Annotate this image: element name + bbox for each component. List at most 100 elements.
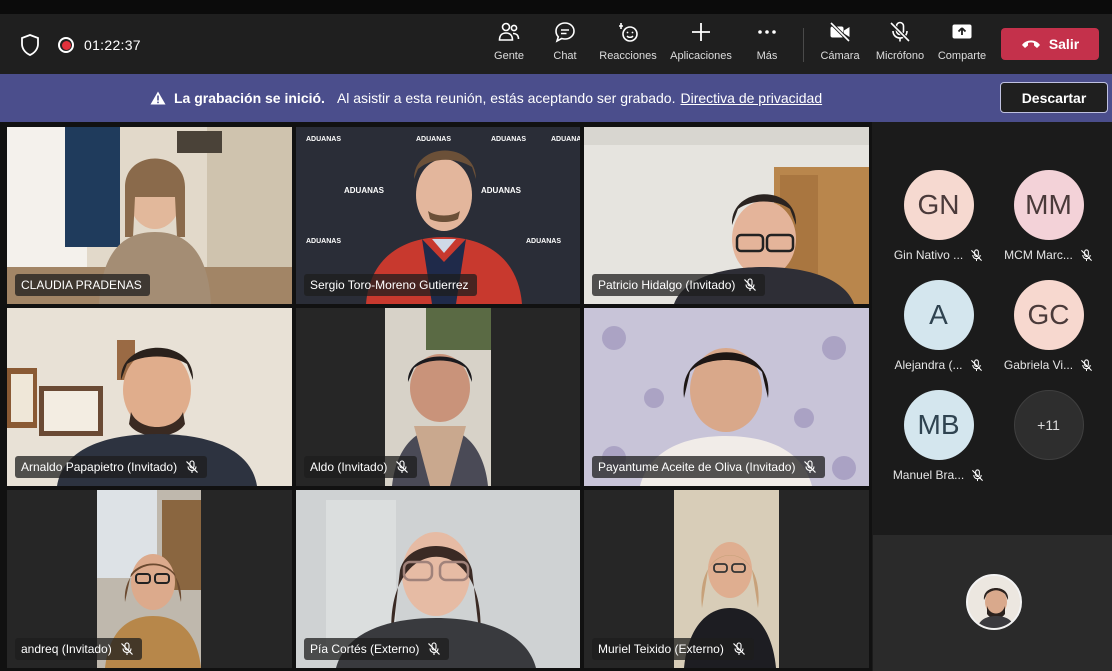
video-tile[interactable]: Patricio Hidalgo (Invitado) bbox=[584, 127, 869, 304]
share-button[interactable]: Comparte bbox=[926, 20, 998, 62]
participant-name-tag: Sergio Toro-Moreno Gutierrez bbox=[304, 274, 477, 296]
participant-avatar-card[interactable]: A Alejandra (... bbox=[886, 280, 991, 372]
dismiss-banner-button[interactable]: Descartar bbox=[1000, 82, 1108, 113]
window-top-strip bbox=[0, 0, 1112, 14]
participant-name: Patricio Hidalgo (Invitado) bbox=[598, 278, 736, 292]
mic-off-icon bbox=[889, 21, 911, 43]
more-participants-button[interactable]: +11 bbox=[996, 390, 1101, 460]
mic-off-icon bbox=[428, 642, 441, 655]
more-label: Más bbox=[756, 50, 778, 62]
recording-banner-text: Al asistir a esta reunión, estás aceptan… bbox=[336, 90, 676, 106]
self-view-tile[interactable] bbox=[873, 535, 1112, 671]
video-tile[interactable]: Arnaldo Papapietro (Invitado) bbox=[7, 308, 292, 486]
participant-name: Payantume Aceite de Oliva (Invitado) bbox=[598, 460, 796, 474]
video-tile[interactable]: ADUANAS ADUANAS ADUANAS ADUANAS ADUANAS … bbox=[296, 127, 580, 304]
share-icon bbox=[952, 24, 972, 39]
video-grid: CLAUDIA PRADENAS ADUANAS ADUANAS ADUANAS… bbox=[0, 122, 872, 671]
mic-off-icon bbox=[186, 460, 199, 473]
participant-name-tag: Arnaldo Papapietro (Invitado) bbox=[15, 456, 208, 478]
warning-icon bbox=[150, 91, 166, 105]
shield-icon[interactable] bbox=[20, 34, 40, 56]
video-tile[interactable]: CLAUDIA PRADENAS bbox=[7, 127, 292, 304]
avatar: MM bbox=[1013, 170, 1084, 240]
participant-avatar-card[interactable]: GN Gin Nativo ... bbox=[886, 170, 991, 262]
people-label: Gente bbox=[494, 50, 524, 62]
participant-name: Gin Nativo ... bbox=[886, 248, 991, 262]
video-tile[interactable]: Payantume Aceite de Oliva (Invitado) bbox=[584, 308, 869, 486]
participant-avatar-card[interactable]: MM MCM Marc... bbox=[996, 170, 1101, 262]
participant-name: CLAUDIA PRADENAS bbox=[21, 278, 142, 292]
participant-name-tag: Muriel Teixido (Externo) bbox=[592, 638, 754, 660]
participant-name: Arnaldo Papapietro (Invitado) bbox=[21, 460, 178, 474]
reactions-icon bbox=[619, 23, 638, 42]
mic-off-icon bbox=[396, 460, 409, 473]
svg-text:ADUANAS: ADUANAS bbox=[551, 136, 580, 143]
mic-off-icon bbox=[972, 468, 984, 481]
mic-off-icon bbox=[1081, 358, 1093, 371]
participant-name-tag: Aldo (Invitado) bbox=[304, 456, 418, 478]
camera-label: Cámara bbox=[820, 50, 860, 62]
mic-off-icon bbox=[1080, 248, 1092, 261]
participant-avatar-card[interactable]: MB Manuel Bra... bbox=[886, 390, 991, 482]
svg-text:ADUANAS: ADUANAS bbox=[491, 136, 526, 143]
meeting-status: 01:22:37 bbox=[20, 34, 141, 56]
avatar: A bbox=[903, 280, 974, 350]
participant-name-tag: CLAUDIA PRADENAS bbox=[15, 274, 150, 296]
overflow-count: +11 bbox=[1013, 390, 1084, 460]
chat-button[interactable]: Chat bbox=[529, 20, 601, 62]
svg-text:ADUANAS: ADUANAS bbox=[306, 136, 341, 143]
video-tile[interactable]: Pía Cortés (Externo) bbox=[296, 490, 580, 668]
participant-name: Alejandra (... bbox=[886, 358, 991, 372]
chat-icon bbox=[555, 22, 575, 43]
video-tile[interactable]: andreq (Invitado) bbox=[7, 490, 292, 668]
svg-text:ADUANAS: ADUANAS bbox=[526, 238, 561, 245]
recording-banner-message: La grabación se inició. Al asistir a est… bbox=[150, 90, 822, 106]
more-button[interactable]: Más bbox=[731, 20, 803, 62]
recording-banner: La grabación se inició. Al asistir a est… bbox=[0, 74, 1112, 122]
chat-label: Chat bbox=[553, 50, 577, 62]
plus-icon bbox=[692, 23, 710, 41]
participant-name: andreq (Invitado) bbox=[21, 642, 112, 656]
leave-button[interactable]: Salir bbox=[1001, 28, 1099, 60]
mic-off-icon bbox=[970, 358, 982, 371]
privacy-policy-link[interactable]: Directiva de privacidad bbox=[680, 90, 822, 106]
mic-off-icon bbox=[971, 248, 983, 261]
meeting-timer: 01:22:37 bbox=[84, 37, 141, 53]
more-icon bbox=[758, 30, 776, 34]
participant-name: Sergio Toro-Moreno Gutierrez bbox=[310, 278, 469, 292]
participant-name-tag: andreq (Invitado) bbox=[15, 638, 142, 660]
self-avatar bbox=[966, 574, 1022, 630]
recording-indicator-icon bbox=[58, 37, 74, 53]
participant-name: Gabriela Vi... bbox=[996, 358, 1101, 372]
video-tile[interactable]: Aldo (Invitado) bbox=[296, 308, 580, 486]
share-label: Comparte bbox=[937, 50, 987, 62]
reactions-label: Reacciones bbox=[599, 50, 657, 62]
avatar: GN bbox=[903, 170, 974, 240]
participant-name-tag: Patricio Hidalgo (Invitado) bbox=[592, 274, 766, 296]
participant-name: Manuel Bra... bbox=[886, 468, 991, 482]
participant-name-tag: Pía Cortés (Externo) bbox=[304, 638, 450, 660]
participant-name: Pía Cortés (Externo) bbox=[310, 642, 420, 656]
participant-avatar-card[interactable]: GC Gabriela Vi... bbox=[996, 280, 1101, 372]
participant-name: Muriel Teixido (Externo) bbox=[598, 642, 724, 656]
microphone-label: Micrófono bbox=[875, 50, 925, 62]
svg-text:ADUANAS: ADUANAS bbox=[416, 136, 451, 143]
video-tile[interactable]: Muriel Teixido (Externo) bbox=[584, 490, 869, 668]
mic-off-icon bbox=[732, 642, 745, 655]
reactions-button[interactable]: Reacciones bbox=[592, 20, 664, 62]
camera-off-icon bbox=[829, 21, 851, 43]
hang-up-icon bbox=[1021, 40, 1040, 48]
svg-text:ADUANAS: ADUANAS bbox=[481, 186, 522, 195]
participant-name: MCM Marc... bbox=[996, 248, 1101, 262]
participant-name: Aldo (Invitado) bbox=[310, 460, 388, 474]
apps-label: Aplicaciones bbox=[670, 50, 732, 62]
avatar: GC bbox=[1013, 280, 1084, 350]
avatar: MB bbox=[903, 390, 974, 460]
svg-text:ADUANAS: ADUANAS bbox=[344, 186, 385, 195]
mic-off-icon bbox=[120, 642, 133, 655]
participant-name-tag: Payantume Aceite de Oliva (Invitado) bbox=[592, 456, 826, 478]
svg-text:ADUANAS: ADUANAS bbox=[306, 238, 341, 245]
recording-banner-title: La grabación se inició. bbox=[174, 90, 325, 106]
leave-label: Salir bbox=[1048, 36, 1080, 52]
apps-button[interactable]: Aplicaciones bbox=[665, 20, 737, 62]
